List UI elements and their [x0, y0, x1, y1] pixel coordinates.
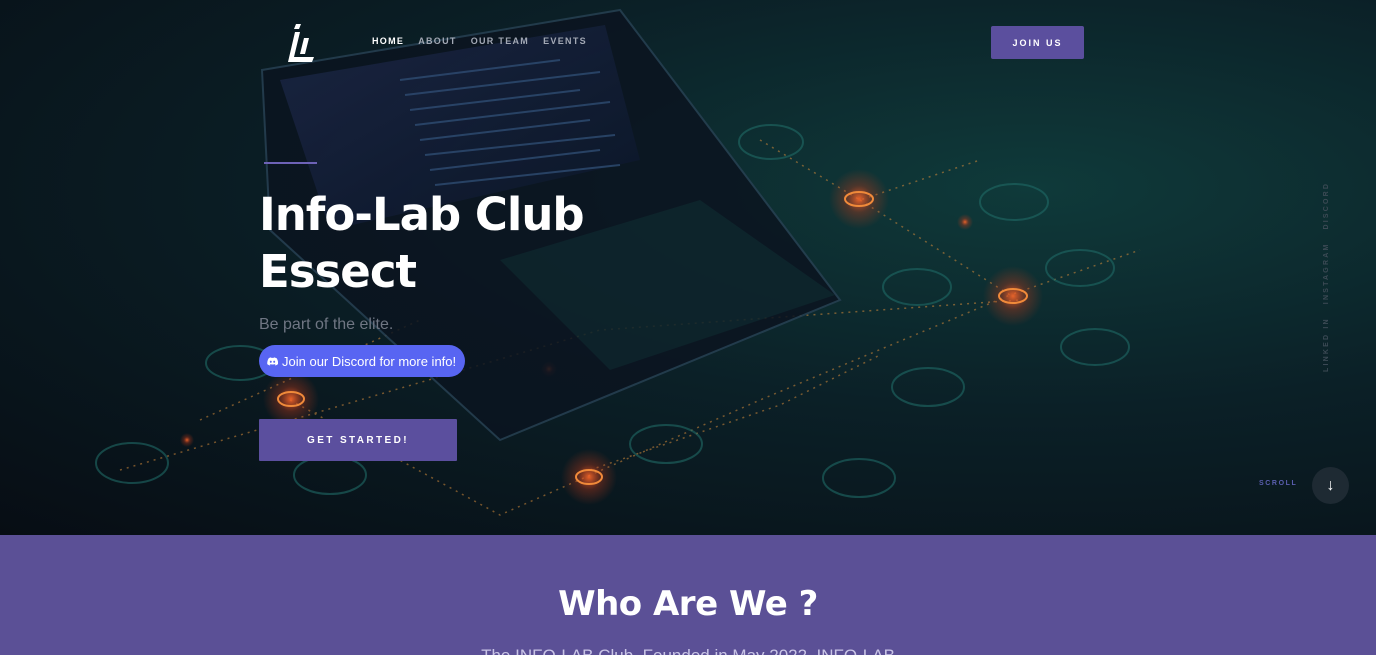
nav-events-link[interactable]: EVENTS [543, 36, 587, 46]
info-lab-logo[interactable] [286, 22, 320, 64]
social-links: LINKED IN INSTAGRAM DISCORD [1323, 182, 1335, 372]
hero-background-image [95, 8, 1141, 516]
hero-section: HOME ABOUT OUR TEAM EVENTS JOIN US Info-… [0, 0, 1376, 535]
about-text: The INFO-LAB Club, Founded in May 2022, … [0, 646, 1376, 655]
social-link-discord[interactable]: DISCORD [1323, 182, 1330, 230]
main-nav: HOME ABOUT OUR TEAM EVENTS [372, 36, 587, 46]
nav-about-link[interactable]: ABOUT [418, 36, 457, 46]
social-link-linkedin[interactable]: LINKED IN [1323, 317, 1330, 372]
nav-home-link[interactable]: HOME [372, 36, 404, 46]
get-started-button[interactable]: GET STARTED! [259, 419, 457, 461]
hero-title: Info-Lab Club Essect [259, 188, 585, 298]
arrow-down-icon: ↓ [1326, 476, 1335, 494]
scroll-label: SCROLL [1259, 480, 1298, 487]
about-title: Who Are We ? [558, 584, 818, 624]
hero-subtitle: Be part of the elite. [259, 316, 394, 333]
discord-invite-label: Join our Discord for more info! [282, 353, 457, 369]
scroll-down-button[interactable]: ↓ [1312, 467, 1349, 504]
nav-our-team-link[interactable]: OUR TEAM [471, 36, 529, 46]
social-link-instagram[interactable]: INSTAGRAM [1323, 243, 1330, 305]
discord-icon [267, 356, 278, 365]
about-section: Who Are We ? The INFO-LAB Club, Founded … [0, 535, 1376, 655]
discord-invite-button[interactable]: Join our Discord for more info! [259, 345, 466, 377]
join-us-button[interactable]: JOIN US [991, 26, 1084, 59]
title-accent-line [264, 162, 317, 164]
